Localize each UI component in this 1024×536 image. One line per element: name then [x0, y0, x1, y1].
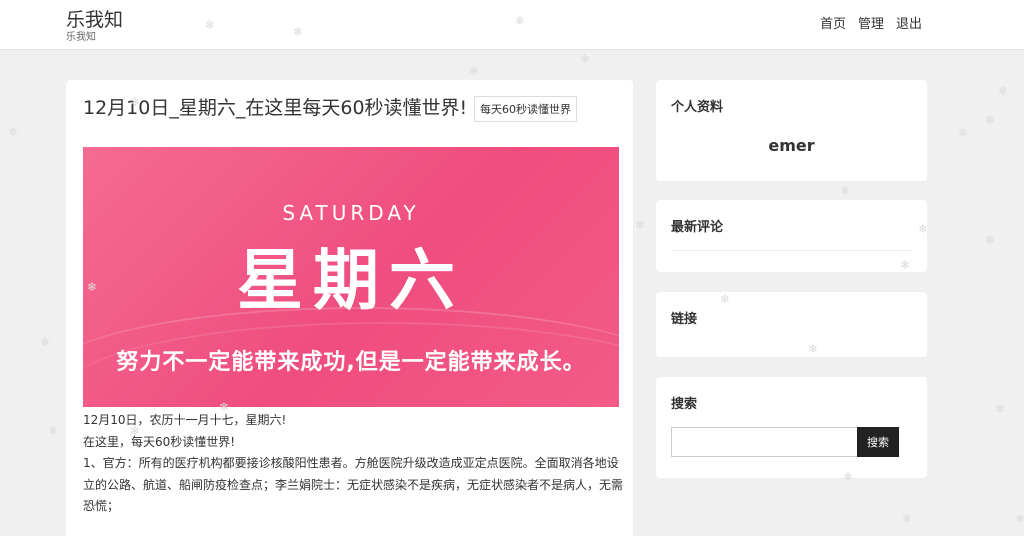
site-subtitle: 乐我知 — [66, 32, 96, 43]
brand[interactable]: 乐我知 乐我知 — [66, 8, 123, 44]
snowflake-icon: ❄ — [985, 233, 996, 247]
snowflake-icon: ❄ — [635, 218, 646, 232]
links-widget: 链接 — [656, 292, 927, 357]
divider — [671, 250, 912, 251]
top-nav: 首页 管理 退出 — [820, 13, 922, 32]
snowflake-icon: ❄ — [1015, 512, 1024, 526]
profile-widget: 个人资料 emer — [656, 80, 927, 181]
snowflake-icon: ❄ — [995, 402, 1006, 416]
post-banner-image: SATURDAY 星期六 努力不一定能带来成功,但是一定能带来成长。 — [83, 147, 619, 407]
snowflake-icon: ❄ — [8, 125, 19, 139]
post-content: 12月10日，农历十一月十七，星期六! 在这里，每天60秒读懂世界! 1、官方：… — [83, 410, 623, 518]
post-card: 12月10日_星期六_在这里每天60秒读懂世界! 每天60秒读懂世界 SATUR… — [66, 80, 633, 536]
post-tag[interactable]: 每天60秒读懂世界 — [474, 96, 577, 122]
search-widget: 搜索 搜索 — [656, 377, 927, 478]
snowflake-icon: ❄ — [469, 64, 480, 78]
post-paragraph: 在这里，每天60秒读懂世界! — [83, 434, 236, 449]
profile-name[interactable]: emer — [656, 136, 927, 155]
nav-manage-link[interactable]: 管理 — [858, 13, 884, 32]
search-heading: 搜索 — [671, 397, 698, 412]
nav-home-link[interactable]: 首页 — [820, 13, 846, 32]
banner-quote: 努力不一定能带来成功,但是一定能带来成长。 — [116, 350, 586, 375]
profile-heading: 个人资料 — [671, 100, 724, 115]
snowflake-icon: ❄ — [840, 184, 851, 198]
search-button[interactable]: 搜索 — [857, 427, 899, 457]
snowflake-icon: ❄ — [985, 113, 996, 127]
post-paragraph: 12月10日，农历十一月十七，星期六! — [83, 413, 287, 427]
links-heading: 链接 — [671, 312, 698, 327]
snowflake-icon: ❄ — [958, 126, 969, 140]
snowflake-icon: ❄ — [40, 335, 51, 349]
banner-weekday-en: SATURDAY — [282, 201, 420, 225]
site-header: 乐我知 乐我知 首页 管理 退出 — [0, 0, 1024, 50]
recent-comments-heading: 最新评论 — [671, 220, 724, 235]
search-input[interactable] — [671, 427, 857, 457]
post-paragraph: 1、官方：所有的医疗机构都要接诊核酸阳性患者。方舱医院升级改造成亚定点医院。全面… — [83, 456, 624, 513]
nav-logout-link[interactable]: 退出 — [896, 13, 922, 32]
snowflake-icon: ❄ — [48, 424, 59, 438]
snowflake-icon: ❄ — [902, 512, 913, 526]
snowflake-icon: ❄ — [580, 52, 591, 66]
recent-comments-widget: 最新评论 — [656, 200, 927, 272]
banner-weekday-cn: 星期六 — [237, 242, 465, 319]
site-title[interactable]: 乐我知 — [66, 8, 123, 32]
snowflake-icon: ❄ — [998, 84, 1009, 98]
post-title[interactable]: 12月10日_星期六_在这里每天60秒读懂世界! — [83, 97, 467, 119]
